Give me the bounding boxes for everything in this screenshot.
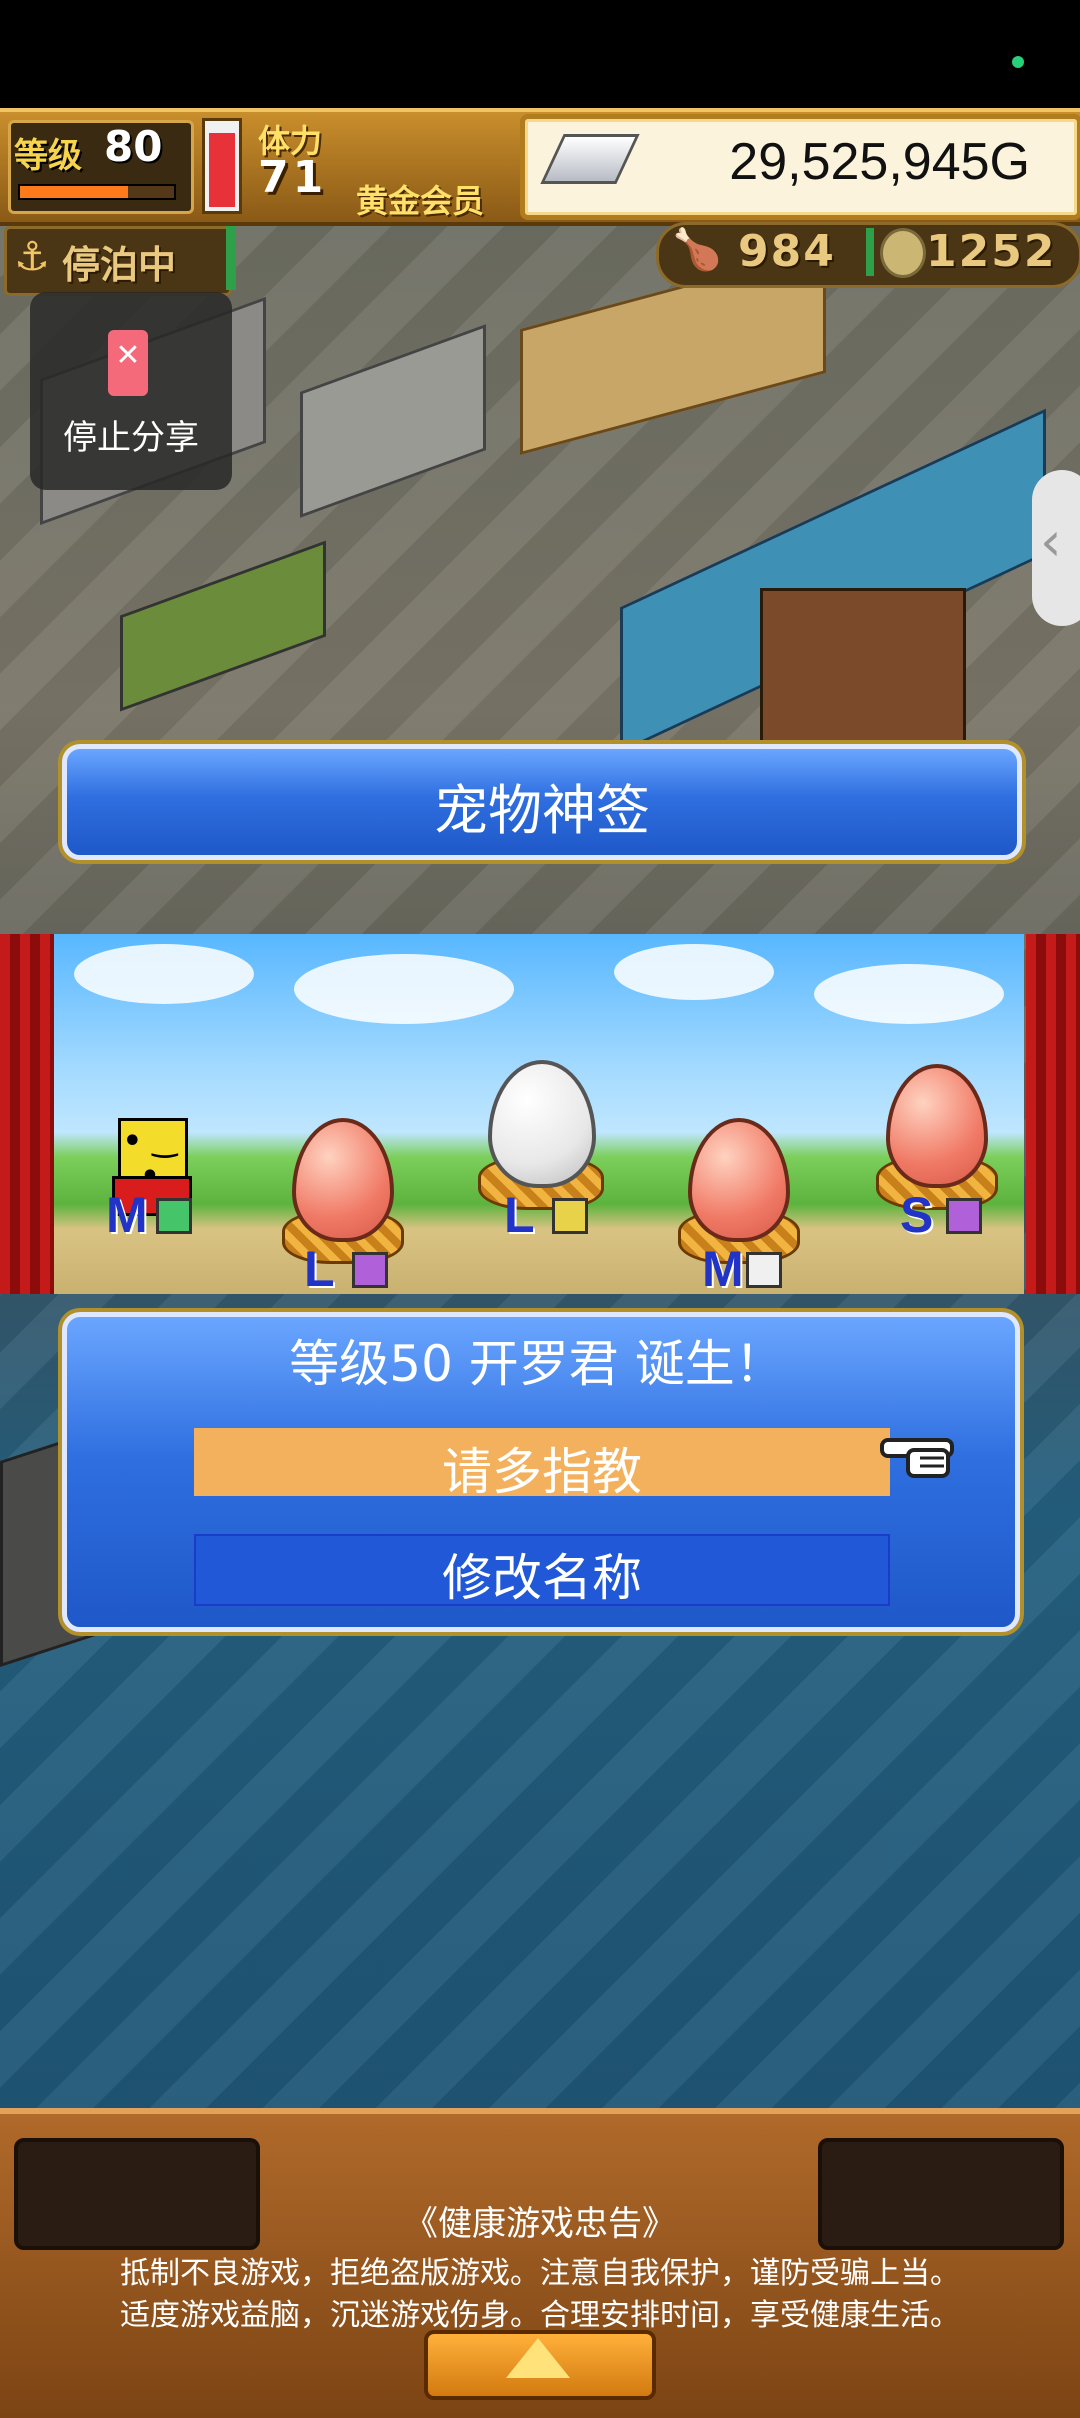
money-value: 29,525,945G [729, 133, 1030, 191]
health-notice-line: 适度游戏益脑，沉迷游戏伤身。合理安排时间，享受健康生活。 [120, 2298, 960, 2333]
egg-size-label: M [702, 1241, 744, 1297]
food-icon: 🍗 [672, 227, 722, 273]
arrow-up-icon [506, 2338, 570, 2378]
rename-button-label: 修改名称 [442, 1549, 642, 1607]
pointing-hand-icon [880, 1438, 954, 1478]
stamina-value: 71 [258, 152, 328, 203]
food-value: 984 [738, 226, 836, 277]
health-notice-line: 抵制不良游戏，拒绝盗版游戏。注意自我保护，谨防受骗上当。 [120, 2256, 960, 2291]
green-gem-icon [156, 1198, 192, 1234]
medal-value: 1252 [926, 226, 1057, 277]
docked-label: 停泊中 [62, 243, 177, 287]
egg-size-label: S [900, 1187, 934, 1243]
notification-dot-icon [1012, 56, 1024, 68]
chevron-left-icon: ‹ [1040, 510, 1062, 573]
egg-size-label: L [504, 1187, 535, 1243]
cloud [614, 944, 774, 1000]
level-label: 等级 [14, 136, 82, 176]
purple-gem-icon [946, 1198, 982, 1234]
cloud [294, 954, 514, 1024]
yellow-gem-icon [552, 1198, 588, 1234]
close-icon: ✕ [115, 338, 141, 373]
anchor-icon: ⚓ [14, 234, 50, 280]
curtain-right [1026, 934, 1080, 1294]
status-bar [0, 0, 1080, 108]
confirm-button-label: 请多指教 [442, 1443, 642, 1501]
ship-building [760, 588, 966, 744]
stamina-gauge [202, 118, 242, 214]
egg-size-label: L [304, 1241, 335, 1297]
page-title: 宠物神签 [434, 779, 650, 842]
member-badge: 黄金会员 [356, 182, 485, 220]
cloud [74, 944, 254, 1004]
purple-gem-icon [352, 1252, 388, 1288]
health-notice-title: 《健康游戏忠告》 [404, 2204, 676, 2244]
dialog-title: 等级50 开罗君 诞生！ [289, 1335, 785, 1393]
level-progress-fill [20, 186, 128, 198]
white-gem-icon [746, 1252, 782, 1288]
resource-divider [866, 228, 874, 276]
curtain-left [0, 934, 54, 1294]
docked-indicator [226, 226, 236, 290]
stop-share-label: 停止分享 [63, 418, 199, 458]
stamina-gauge-fill [209, 132, 235, 207]
tower-building [300, 324, 486, 518]
level-progress-bar [18, 184, 176, 200]
cloud [814, 964, 1004, 1024]
egg-size-label: M [106, 1187, 148, 1243]
level-value: 80 [104, 122, 163, 171]
medal-icon [880, 228, 926, 278]
market-stall [120, 540, 326, 712]
